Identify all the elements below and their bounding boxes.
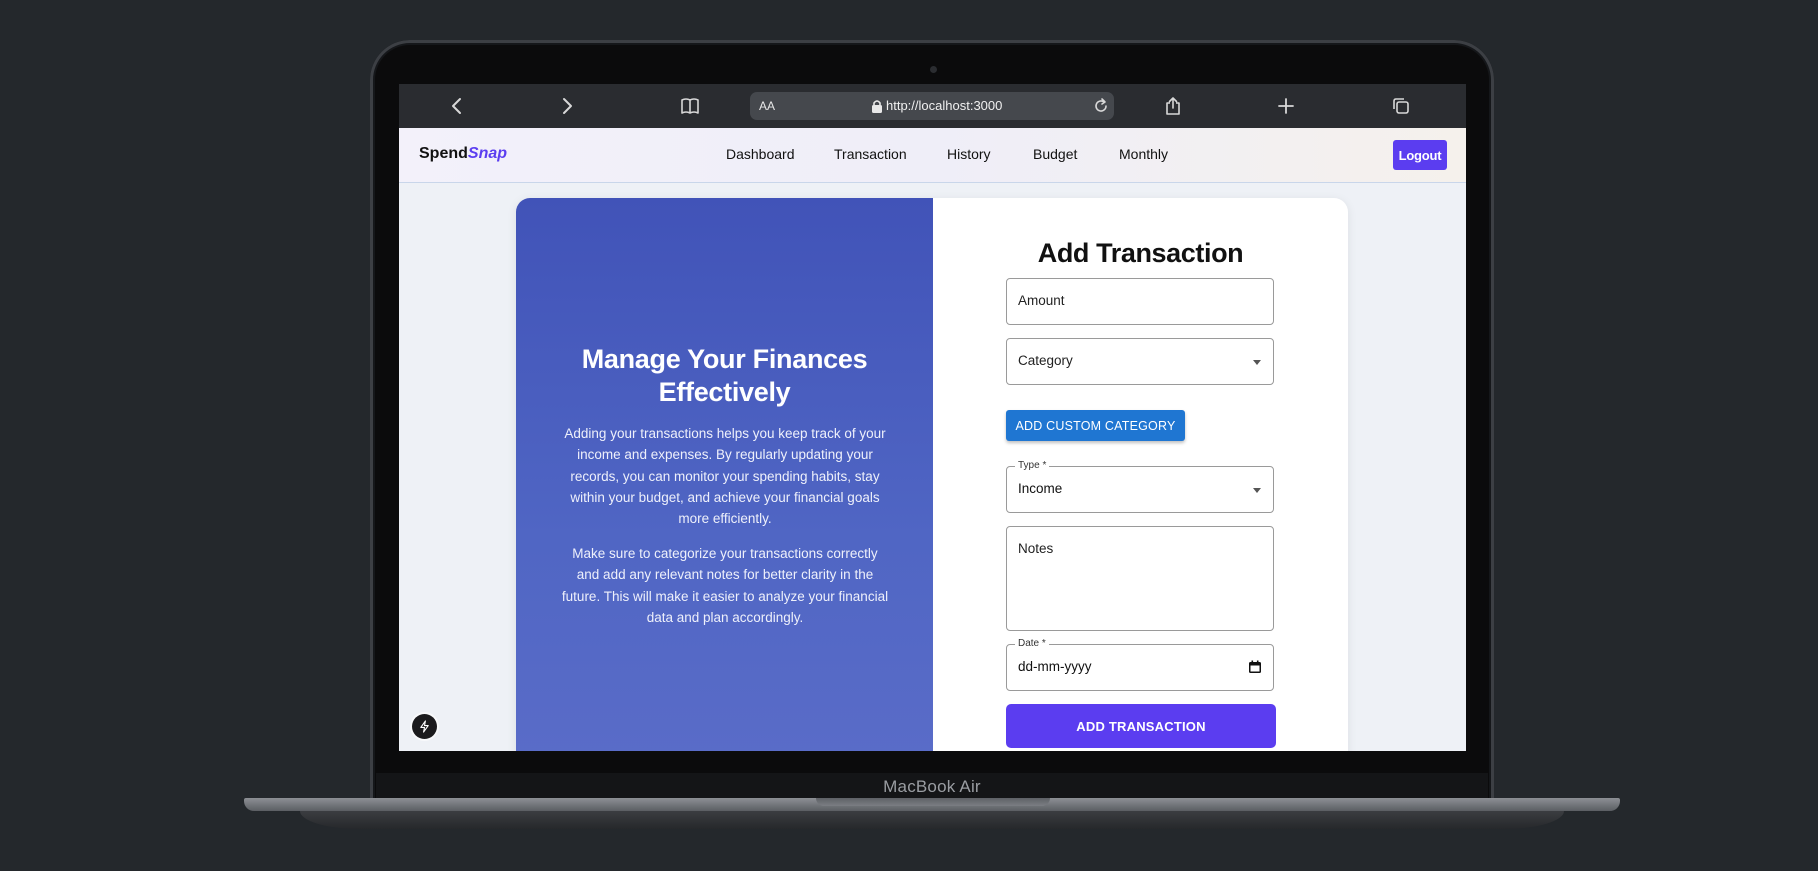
address-bar[interactable]: AA http://localhost:3000 <box>750 92 1114 120</box>
calendar-icon[interactable] <box>1248 660 1262 674</box>
laptop-screen: AA http://localhost:3000 SpendSnap Dashb… <box>399 84 1466 751</box>
url-text: http://localhost:3000 <box>886 98 1003 113</box>
laptop-base-shadow <box>300 811 1564 829</box>
device-label: MacBook Air <box>883 777 981 796</box>
bookmarks-icon[interactable] <box>680 96 700 116</box>
logo-text-snap: Snap <box>467 145 508 162</box>
lightning-icon <box>420 720 429 733</box>
dev-tools-button[interactable] <box>412 714 437 739</box>
share-icon[interactable] <box>1163 96 1183 116</box>
date-label: Date * <box>1015 638 1049 650</box>
back-icon[interactable] <box>447 96 467 116</box>
laptop-hinge-notch <box>816 798 1050 806</box>
app-logo[interactable]: SpendSnap <box>419 145 507 163</box>
category-placeholder: Category <box>1018 353 1073 368</box>
laptop-chin: MacBook Air <box>376 773 1488 801</box>
browser-toolbar: AA http://localhost:3000 <box>399 84 1466 128</box>
transaction-card: Manage Your Finances Effectively Adding … <box>516 198 1348 751</box>
add-transaction-button[interactable]: ADD TRANSACTION <box>1006 704 1276 748</box>
lock-icon <box>870 98 884 114</box>
amount-placeholder: Amount <box>1018 293 1065 308</box>
notes-placeholder: Notes <box>1018 541 1054 556</box>
camera-icon <box>930 66 937 73</box>
add-custom-category-button[interactable]: ADD CUSTOM CATEGORY <box>1006 410 1185 441</box>
nav-history[interactable]: History <box>947 146 991 162</box>
type-value: Income <box>1018 481 1063 496</box>
date-placeholder: dd-mm-yyyy <box>1018 659 1092 674</box>
info-paragraph-1: Adding your transactions helps you keep … <box>564 426 886 527</box>
amount-input[interactable]: Amount <box>1006 278 1274 325</box>
app-navbar: SpendSnap Dashboard Transaction History … <box>399 128 1466 183</box>
chevron-down-icon <box>1253 488 1261 493</box>
nav-budget[interactable]: Budget <box>1033 146 1077 162</box>
form-title: Add Transaction <box>1037 238 1244 268</box>
nav-dashboard[interactable]: Dashboard <box>726 146 795 162</box>
type-select[interactable]: Type * Income <box>1006 460 1274 513</box>
chevron-down-icon <box>1253 360 1261 365</box>
nav-monthly[interactable]: Monthly <box>1119 146 1168 162</box>
nav-transaction[interactable]: Transaction <box>834 146 907 162</box>
type-label: Type * <box>1015 460 1050 472</box>
reader-mode-button[interactable]: AA <box>759 99 775 113</box>
date-input[interactable]: Date * dd-mm-yyyy <box>1006 638 1274 691</box>
info-panel: Manage Your Finances Effectively Adding … <box>516 198 933 751</box>
info-paragraph-2: Make sure to categorize your transaction… <box>561 546 889 625</box>
notes-textarea[interactable]: Notes <box>1006 526 1274 631</box>
reload-icon[interactable] <box>1092 97 1110 115</box>
new-tab-icon[interactable] <box>1276 96 1296 116</box>
info-title: Manage Your Finances Effectively <box>581 344 868 407</box>
logout-button[interactable]: Logout <box>1393 140 1447 170</box>
logo-text-spend: Spend <box>419 145 468 162</box>
tabs-overview-icon[interactable] <box>1391 96 1411 116</box>
forward-icon[interactable] <box>557 96 577 116</box>
category-select[interactable]: Category <box>1006 338 1274 385</box>
